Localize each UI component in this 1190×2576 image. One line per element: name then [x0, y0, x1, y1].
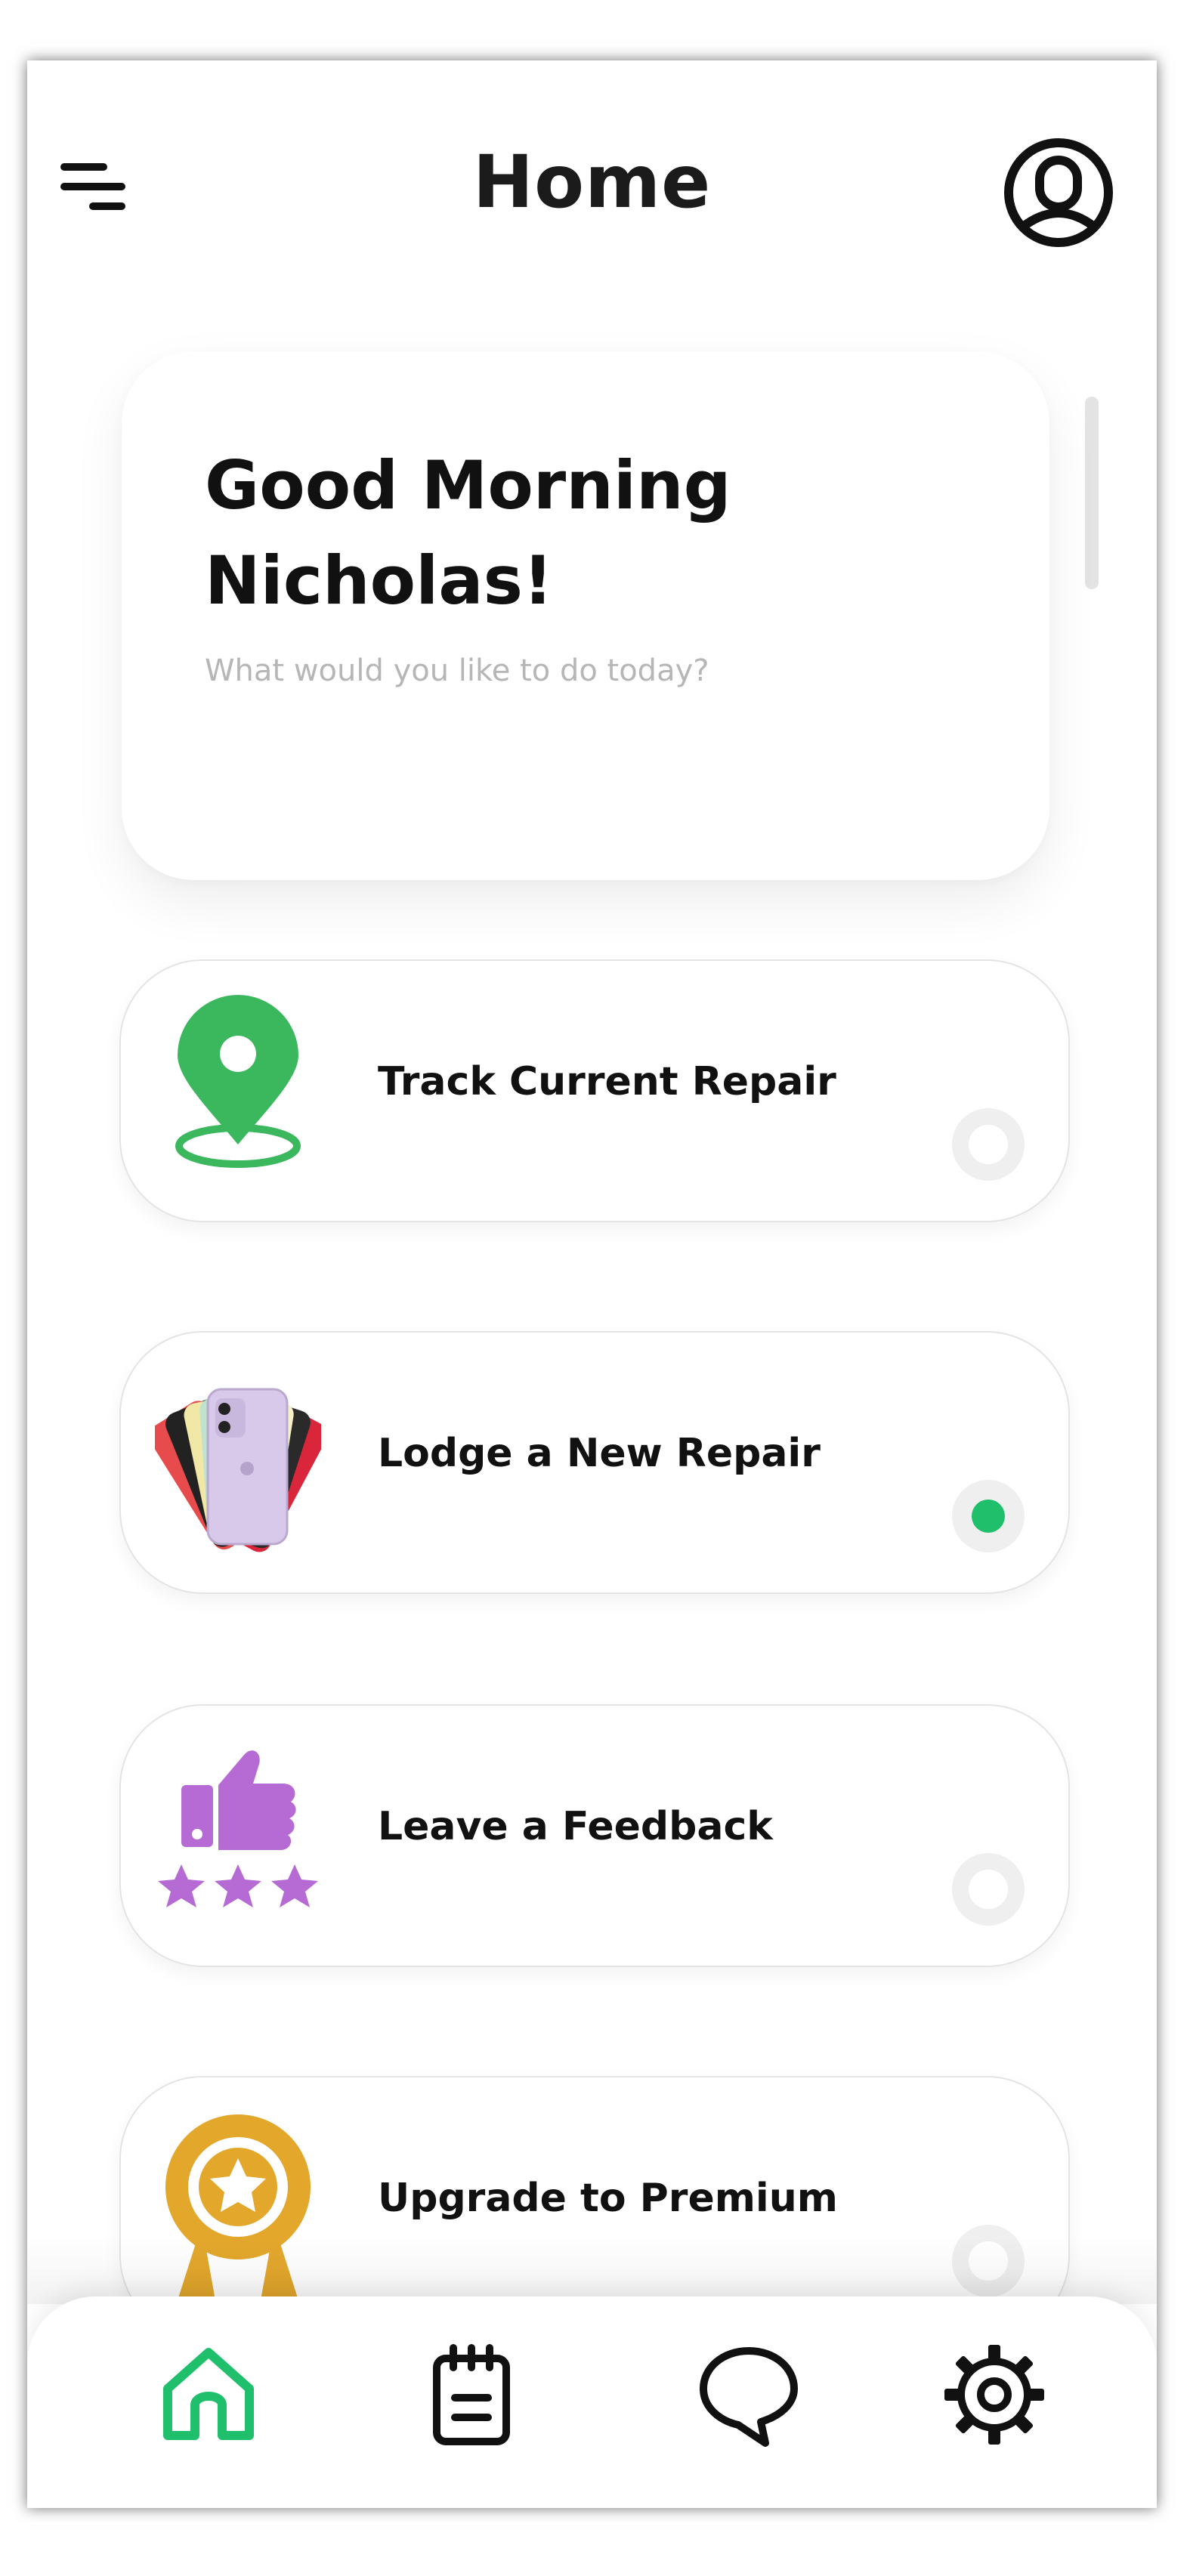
lodge-repair-card[interactable]: Lodge a New Repair — [119, 1331, 1070, 1594]
bottom-fade — [27, 2236, 1157, 2304]
feedback-label: Leave a Feedback — [378, 1804, 773, 1849]
track-repair-radio[interactable] — [952, 1108, 1025, 1181]
phones-icon — [155, 1388, 321, 1552]
premium-label: Upgrade to Premium — [378, 2176, 838, 2221]
home-icon[interactable] — [156, 2342, 261, 2448]
lodge-repair-label: Lodge a New Repair — [378, 1431, 821, 1476]
greeting-card: Good Morning Nicholas! What would you li… — [122, 351, 1049, 880]
bottom-nav — [27, 2296, 1157, 2508]
greeting-title: Good Morning Nicholas! — [205, 446, 731, 619]
profile-icon[interactable] — [1002, 136, 1115, 249]
location-pin-icon — [175, 995, 301, 1168]
greeting-subtitle: What would you like to do today? — [205, 653, 709, 688]
lodge-repair-radio[interactable] — [952, 1480, 1025, 1552]
feedback-card[interactable]: Leave a Feedback — [119, 1704, 1070, 1967]
thumbs-up-icon — [158, 1750, 318, 1907]
feedback-radio[interactable] — [952, 1853, 1025, 1926]
track-repair-card[interactable]: Track Current Repair — [119, 959, 1070, 1222]
header: Home — [27, 60, 1157, 340]
chat-icon[interactable] — [696, 2342, 802, 2448]
app-screen: Home Good Morning Nicholas! What would y… — [27, 60, 1157, 2508]
page-title: Home — [472, 140, 712, 224]
settings-icon[interactable] — [941, 2342, 1047, 2448]
track-repair-label: Track Current Repair — [378, 1059, 836, 1104]
notepad-icon[interactable] — [419, 2342, 524, 2448]
scrollbar[interactable] — [1085, 397, 1099, 589]
